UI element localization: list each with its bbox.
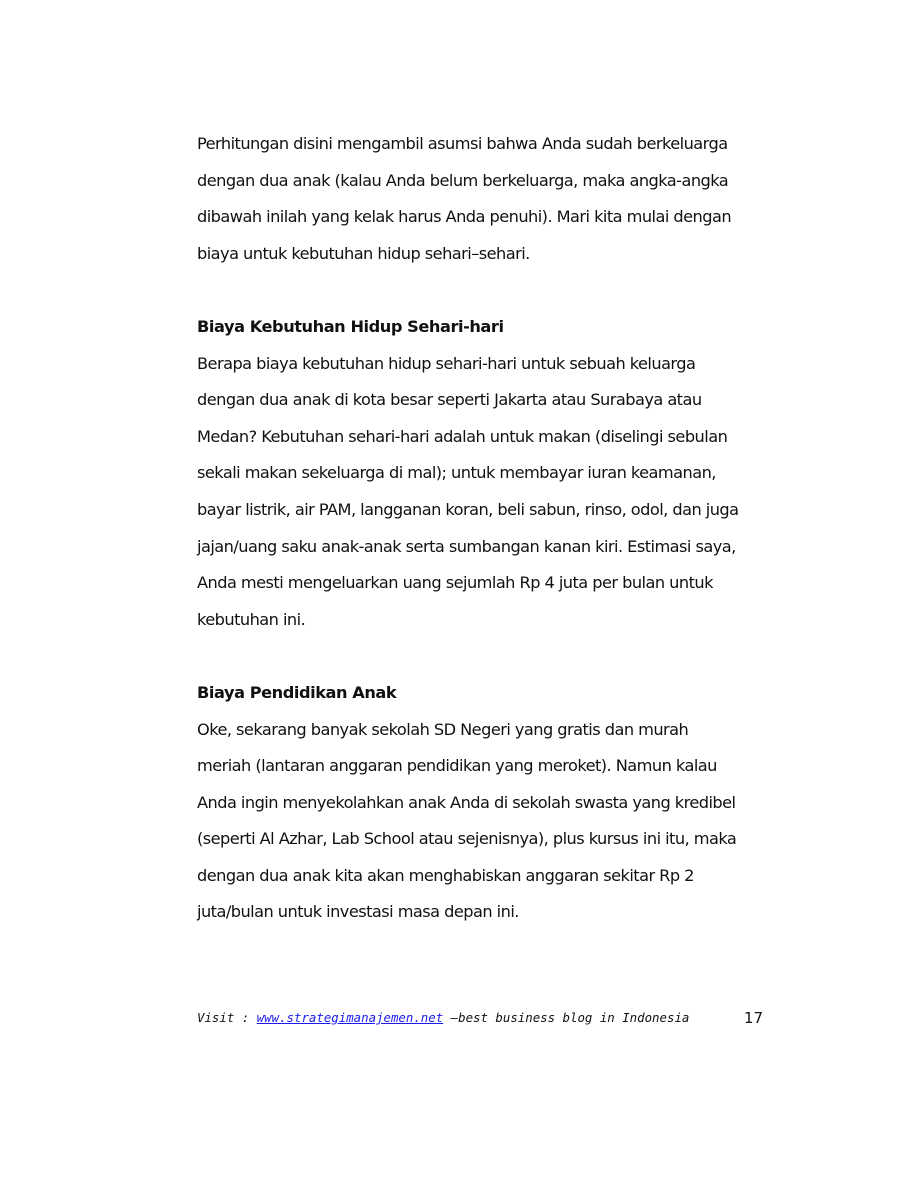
page-footer: Visit : www.strategimanajemen.net –best … xyxy=(197,1009,766,1027)
paragraph-line: Oke, sekarang banyak sekolah SD Negeri y… xyxy=(197,719,689,739)
footer-prefix: Visit : xyxy=(197,1010,257,1025)
paragraph-line: Berapa biaya kebutuhan hidup sehari-hari… xyxy=(197,353,696,373)
section-heading: Biaya Pendidikan Anak xyxy=(197,682,397,702)
paragraph-line: Anda mesti mengeluarkan uang sejumlah Rp… xyxy=(197,573,713,593)
intro-paragraph: Perhitungan disini mengambil asumsi bahw… xyxy=(197,126,782,272)
paragraph-line: dengan dua anak kita akan menghabiskan a… xyxy=(197,865,694,885)
paragraph-line: (seperti Al Azhar, Lab School atau sejen… xyxy=(197,829,737,849)
paragraph-line: jajan/uang saku anak-anak serta sumbanga… xyxy=(197,536,736,556)
paragraph-line: dengan dua anak (kalau Anda belum berkel… xyxy=(197,170,729,190)
website-link[interactable]: www.strategimanajemen.net xyxy=(257,1010,444,1025)
paragraph-line: sekali makan sekeluarga di mal); untuk m… xyxy=(197,463,716,483)
paragraph-line: Anda ingin menyekolahkan anak Anda di se… xyxy=(197,792,736,812)
paragraph-line: Perhitungan disini mengambil asumsi bahw… xyxy=(197,134,728,153)
section-living-costs: Biaya Kebutuhan Hidup Sehari-hari Berapa… xyxy=(197,309,782,638)
document-body: Perhitungan disini mengambil asumsi bahw… xyxy=(197,126,782,931)
section-heading: Biaya Kebutuhan Hidup Sehari-hari xyxy=(197,316,504,336)
paragraph-line: meriah (lantaran anggaran pendidikan yan… xyxy=(197,756,717,776)
paragraph-line: juta/bulan untuk investasi masa depan in… xyxy=(197,902,519,922)
paragraph-line: bayar listrik, air PAM, langganan koran,… xyxy=(197,499,739,519)
section-education-costs: Biaya Pendidikan Anak Oke, sekarang bany… xyxy=(197,675,782,931)
paragraph-line: Medan? Kebutuhan sehari-hari adalah untu… xyxy=(197,426,728,446)
paragraph-line: dibawah inilah yang kelak harus Anda pen… xyxy=(197,207,732,227)
paragraph-line: biaya untuk kebutuhan hidup sehari–sehar… xyxy=(197,243,530,263)
paragraph-line: dengan dua anak di kota besar seperti Ja… xyxy=(197,390,702,410)
page-number: 17 xyxy=(744,1009,764,1027)
footer-tagline: –best business blog in Indonesia xyxy=(443,1010,690,1025)
paragraph-line: kebutuhan ini. xyxy=(197,609,306,629)
